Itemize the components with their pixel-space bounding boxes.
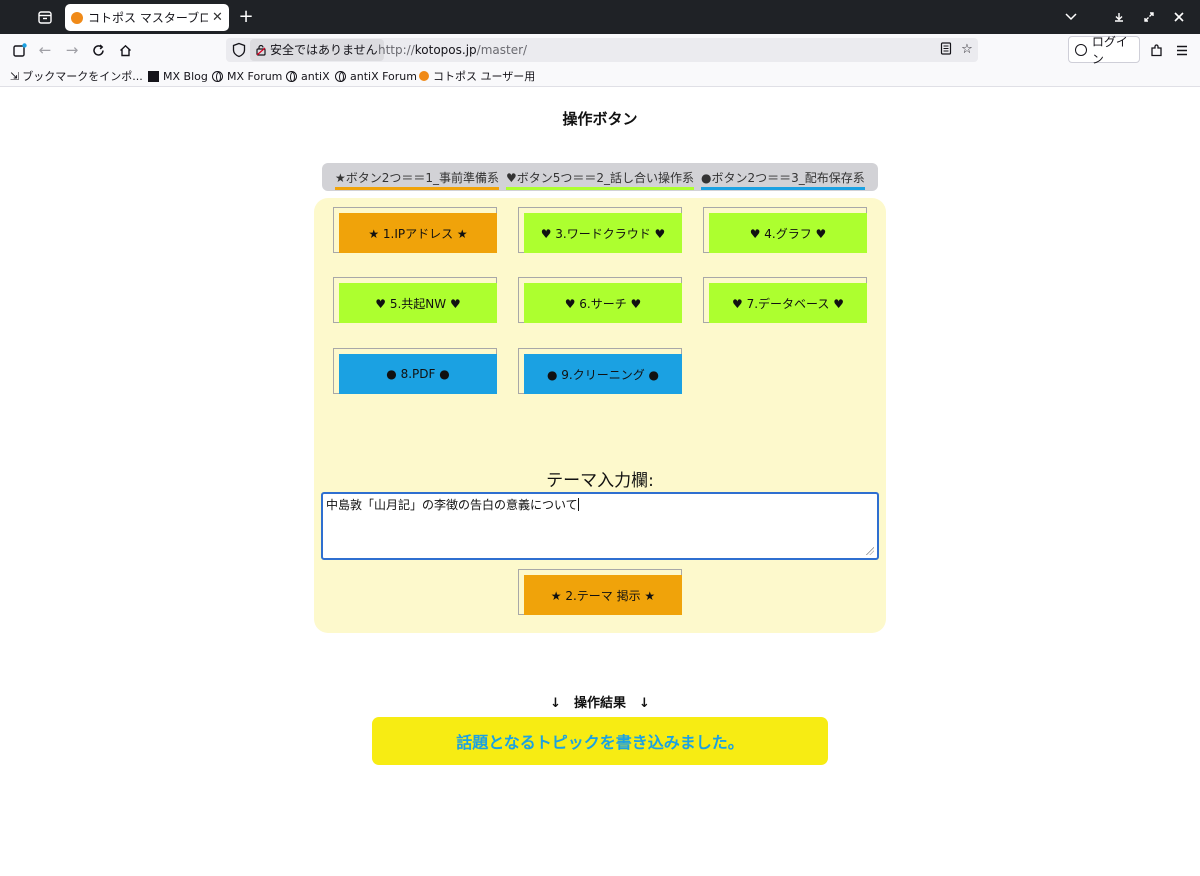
cleaning-button[interactable]: ● 9.クリーニング ●	[518, 348, 682, 396]
theme-input-field[interactable]: 中島敦「山月記」の李徴の告白の意義について	[321, 492, 879, 560]
resize-grip-icon[interactable]	[866, 547, 874, 555]
import-icon: ⇲	[10, 69, 20, 83]
graph-button-label[interactable]: ♥ 4.グラフ ♥	[709, 213, 867, 253]
legend-distribution: ●ボタン2つ＝＝3_配布保存系	[701, 169, 865, 190]
sidebar-toggle-icon[interactable]	[8, 38, 32, 62]
globe-icon	[212, 70, 223, 82]
address-bar[interactable]: 安全ではありません http://kotopos.jp/master/ ☆	[226, 38, 978, 62]
button-legend: ★ボタン2つ＝＝1_事前準備系 ♥ボタン5つ＝＝2_話し合い操作系 ●ボタン2つ…	[322, 163, 878, 191]
login-button[interactable]: ログイン	[1068, 35, 1140, 66]
close-tab-icon[interactable]: ✕	[212, 10, 223, 25]
post-theme-button-label[interactable]: ★ 2.テーマ 掲示 ★	[524, 575, 682, 615]
reload-icon[interactable]	[86, 38, 110, 62]
bookmark-label: MX Blog	[163, 69, 208, 83]
database-button-label[interactable]: ♥ 7.データベース ♥	[709, 283, 867, 323]
theme-input-label: テーマ入力欄:	[546, 471, 654, 491]
new-tab-button[interactable]: +	[236, 6, 256, 28]
back-arrow-icon[interactable]: ←	[33, 38, 57, 62]
cleaning-button-label[interactable]: ● 9.クリーニング ●	[524, 354, 682, 394]
database-button[interactable]: ♥ 7.データベース ♥	[703, 277, 867, 325]
cooccurrence-network-button-label[interactable]: ♥ 5.共起NW ♥	[339, 283, 497, 323]
url-scheme: http://	[378, 43, 415, 57]
minimize-window-icon[interactable]	[1110, 6, 1128, 28]
result-message: 話題となるトピックを書き込みました。	[372, 717, 828, 765]
bookmark-item-antix[interactable]: antiX	[286, 68, 330, 84]
search-button[interactable]: ♥ 6.サーチ ♥	[518, 277, 682, 325]
kotopos-favicon-icon	[419, 71, 429, 81]
wordcloud-button[interactable]: ♥ 3.ワードクラウド ♥	[518, 207, 682, 255]
tab-list-button[interactable]	[34, 6, 56, 28]
extensions-icon[interactable]	[1144, 38, 1168, 62]
account-icon	[1075, 43, 1087, 56]
menu-hamburger-icon[interactable]	[1170, 38, 1194, 62]
wordcloud-button-label[interactable]: ♥ 3.ワードクラウド ♥	[524, 213, 682, 253]
legend-prep: ★ボタン2つ＝＝1_事前準備系	[335, 169, 500, 190]
legend-discussion: ♥ボタン5つ＝＝2_話し合い操作系	[506, 169, 695, 190]
mx-logo-icon	[148, 70, 159, 82]
active-tab[interactable]: コトポス マスターブログ: 操作画面 ✕	[65, 4, 229, 31]
tab-title: コトポス マスターブログ: 操作画面	[88, 11, 208, 25]
home-icon[interactable]	[113, 38, 137, 62]
page-title: 操作ボタン	[562, 110, 638, 128]
ip-address-button-label[interactable]: ★ 1.IPアドレス ★	[339, 213, 497, 253]
navigation-toolbar: ← → 安全ではありません http://kotopos.jp/master/ …	[0, 34, 1200, 66]
insecure-label: 安全ではありません	[270, 43, 378, 57]
broken-lock-icon	[256, 44, 266, 56]
login-label: ログイン	[1091, 34, 1128, 66]
bookmark-item-mx-forum[interactable]: MX Forum	[212, 68, 282, 84]
theme-input-value: 中島敦「山月記」の李徴の告白の意義について	[326, 498, 578, 512]
bookmark-label: antiX	[301, 69, 330, 83]
tab-overflow-chevron-icon[interactable]	[1062, 6, 1080, 28]
bookmark-label: コトポス ユーザー用	[433, 70, 536, 83]
kotopos-favicon-icon	[71, 11, 83, 24]
bookmark-item-import[interactable]: ⇲ ブックマークをインポ...	[10, 68, 143, 84]
bookmarks-toolbar: ⇲ ブックマークをインポ... MX Blog MX Forum antiX a…	[0, 65, 1200, 87]
bookmark-item-mx-blog[interactable]: MX Blog	[148, 68, 208, 84]
result-label: ↓ 操作結果 ↓	[550, 696, 650, 711]
url-path: /master/	[476, 43, 528, 57]
bookmark-label: MX Forum	[227, 69, 283, 83]
bookmark-star-icon[interactable]: ☆	[959, 42, 975, 58]
url-host: kotopos.jp	[414, 43, 477, 57]
bookmark-label: ブックマークをインポ...	[22, 70, 143, 83]
bookmark-label: antiX Forum	[350, 69, 417, 83]
cooccurrence-network-button[interactable]: ♥ 5.共起NW ♥	[333, 277, 497, 325]
search-button-label[interactable]: ♥ 6.サーチ ♥	[524, 283, 682, 323]
globe-icon	[335, 70, 346, 82]
reader-view-icon[interactable]	[938, 42, 954, 58]
globe-icon	[286, 70, 297, 82]
close-window-icon[interactable]	[1170, 6, 1188, 28]
graph-button[interactable]: ♥ 4.グラフ ♥	[703, 207, 867, 255]
pdf-button-label[interactable]: ● 8.PDF ●	[339, 354, 497, 394]
operation-panel	[314, 198, 886, 633]
post-theme-button[interactable]: ★ 2.テーマ 掲示 ★	[518, 569, 682, 617]
tab-bar: コトポス マスターブログ: 操作画面 ✕ +	[0, 0, 1200, 34]
pdf-button[interactable]: ● 8.PDF ●	[333, 348, 497, 396]
bookmark-item-kotopos-user[interactable]: コトポス ユーザー用	[419, 68, 535, 84]
bookmark-item-antix-forum[interactable]: antiX Forum	[335, 68, 417, 84]
ip-address-button[interactable]: ★ 1.IPアドレス ★	[333, 207, 497, 255]
tab-list-icon	[38, 10, 52, 24]
forward-arrow-icon[interactable]: →	[60, 38, 84, 62]
shield-icon[interactable]	[232, 42, 246, 58]
url-text[interactable]: http://kotopos.jp/master/	[378, 38, 527, 62]
maximize-window-icon[interactable]	[1140, 6, 1158, 28]
insecure-connection-badge[interactable]: 安全ではありません	[250, 39, 384, 61]
text-caret	[577, 498, 579, 511]
